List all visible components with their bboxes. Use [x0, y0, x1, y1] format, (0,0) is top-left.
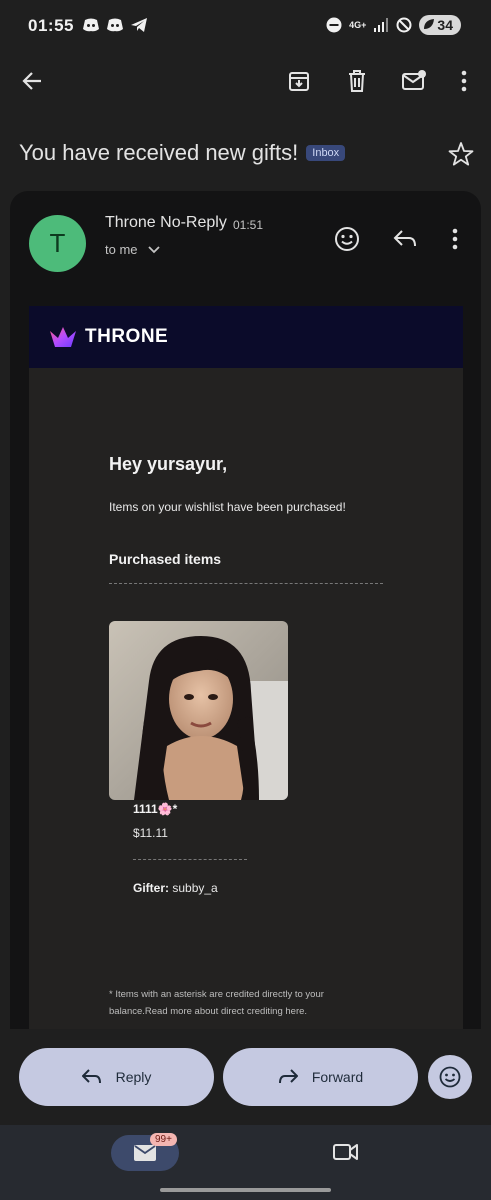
- star-icon: [448, 142, 474, 166]
- subject-title: You have received new gifts!: [19, 140, 299, 165]
- status-time: 01:55: [28, 16, 74, 35]
- no-data-icon: [396, 17, 412, 33]
- message-time: 01:51: [233, 218, 264, 232]
- divider: [109, 583, 383, 584]
- inbox-label[interactable]: Inbox: [306, 145, 346, 161]
- archive-button[interactable]: [284, 66, 314, 96]
- mail-icon: [134, 1145, 156, 1161]
- forward-label: Forward: [311, 1069, 364, 1085]
- email-body: THRONE Hey yursayur, Items on your wishl…: [29, 306, 463, 1029]
- forward-button[interactable]: Forward: [223, 1048, 418, 1106]
- gifter-name: subby_a: [172, 881, 218, 895]
- more-vert-icon: [461, 70, 467, 92]
- network-type: 4G+: [349, 20, 367, 30]
- reply-icon: [81, 1069, 101, 1084]
- divider: [133, 859, 247, 860]
- back-button[interactable]: [17, 66, 47, 96]
- delete-button[interactable]: [342, 66, 372, 96]
- reply-label: Reply: [115, 1069, 152, 1085]
- star-button[interactable]: [448, 141, 474, 167]
- reply-icon: [393, 230, 416, 247]
- greeting: Hey yursayur,: [109, 454, 228, 474]
- status-bar: 01:55 4G+ 34: [0, 0, 491, 52]
- reply-icon-button[interactable]: [391, 225, 419, 253]
- nav-meet-tab[interactable]: [333, 1142, 359, 1167]
- notification-icons: [82, 17, 148, 33]
- gifter-line: Gifter: subby_a: [133, 881, 218, 895]
- telegram-icon: [131, 18, 147, 32]
- chevron-down-icon: [147, 245, 160, 253]
- signal-icon: [374, 18, 389, 32]
- system-icons: 4G+ 34: [326, 15, 461, 35]
- gifter-label: Gifter:: [133, 881, 169, 895]
- video-camera-icon: [333, 1144, 358, 1160]
- app-bar: [0, 58, 491, 104]
- mail-unread-icon: [402, 70, 426, 90]
- battery-saver-icon: [424, 19, 435, 29]
- intro-text: Items on your wishlist have been purchas…: [109, 500, 346, 514]
- battery-level: 34: [437, 17, 453, 33]
- arrow-back-icon: [22, 72, 41, 90]
- message-more-button[interactable]: [441, 225, 469, 253]
- item-price: $11.11: [133, 826, 168, 840]
- email-subject: You have received new gifts! Inbox: [19, 140, 449, 166]
- archive-icon: [289, 72, 309, 91]
- section-title: Purchased items: [109, 551, 222, 567]
- emoji-icon: [335, 227, 359, 251]
- sender-name: Throne No-Reply: [105, 214, 227, 231]
- brand-name: THRONE: [85, 326, 169, 347]
- more-vert-icon: [452, 228, 458, 250]
- emoji-reaction-button[interactable]: [428, 1055, 472, 1099]
- item-photo[interactable]: [109, 621, 288, 800]
- reply-button[interactable]: Reply: [19, 1048, 214, 1106]
- battery-indicator: 34: [419, 15, 461, 35]
- item-name: 1111🌸*: [133, 802, 178, 816]
- trash-icon: [349, 70, 365, 92]
- footnote: * Items with an asterisk are credited di…: [109, 989, 324, 1017]
- dnd-icon: [326, 17, 342, 33]
- brand-header: THRONE: [29, 306, 463, 368]
- forward-icon: [278, 1069, 298, 1084]
- emoji-icon: [439, 1066, 461, 1088]
- discord-icon: [107, 18, 123, 32]
- sender-avatar[interactable]: T: [29, 215, 86, 272]
- unread-badge: 99+: [150, 1133, 177, 1146]
- item-image: [109, 621, 288, 800]
- more-options-button[interactable]: [449, 66, 479, 96]
- recipient-label: to me: [105, 242, 138, 257]
- discord-icon: [83, 18, 99, 32]
- add-reaction-button[interactable]: [333, 225, 361, 253]
- mark-unread-button[interactable]: [399, 66, 429, 96]
- home-indicator[interactable]: [160, 1188, 331, 1192]
- throne-logo-icon: [50, 327, 76, 347]
- message-card: T Throne No-Reply 01:51 to me THRONE Hey…: [10, 191, 481, 1029]
- recipient-details-toggle[interactable]: to me: [105, 242, 160, 257]
